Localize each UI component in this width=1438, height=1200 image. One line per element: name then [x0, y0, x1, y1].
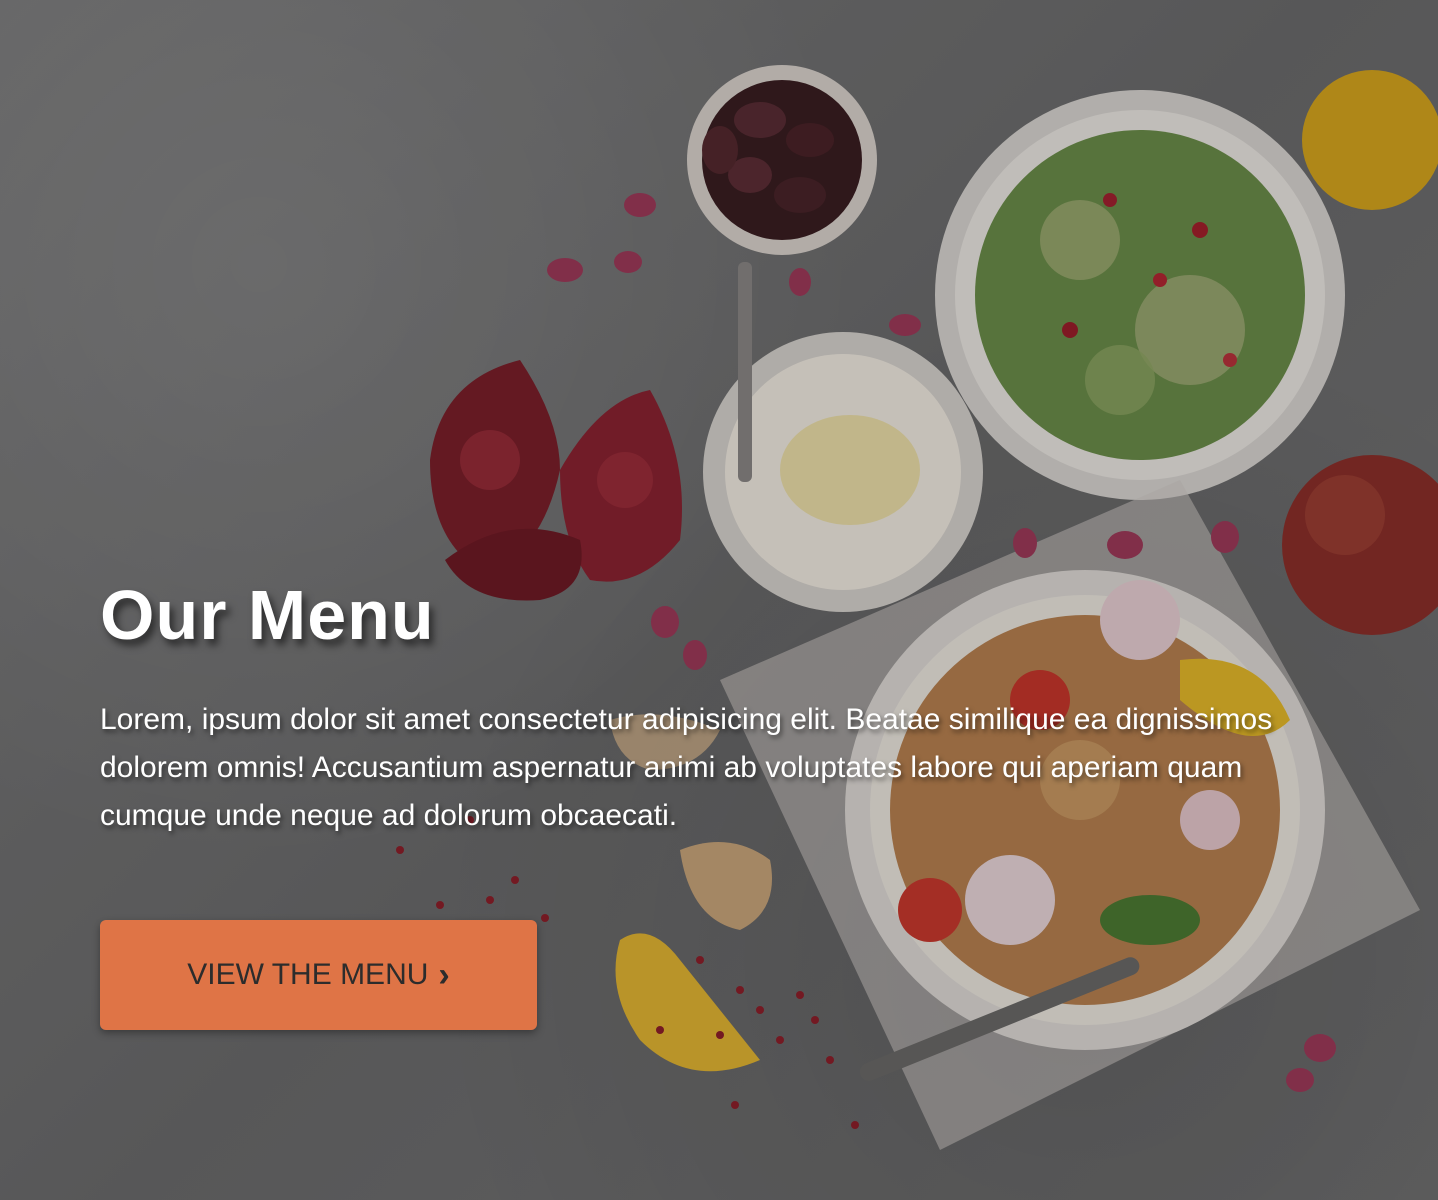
- menu-hero-section: Our Menu Lorem, ipsum dolor sit amet con…: [0, 0, 1438, 1200]
- hero-description: Lorem, ipsum dolor sit amet consectetur …: [100, 703, 1273, 832]
- chevron-right-icon: ›: [438, 956, 450, 994]
- view-menu-button-label: VIEW THE MENU: [187, 958, 429, 991]
- page-title: Our Menu: [100, 576, 435, 654]
- view-menu-button[interactable]: VIEW THE MENU ›: [100, 920, 537, 1030]
- hero-content: Our Menu Lorem, ipsum dolor sit amet con…: [100, 570, 1330, 840]
